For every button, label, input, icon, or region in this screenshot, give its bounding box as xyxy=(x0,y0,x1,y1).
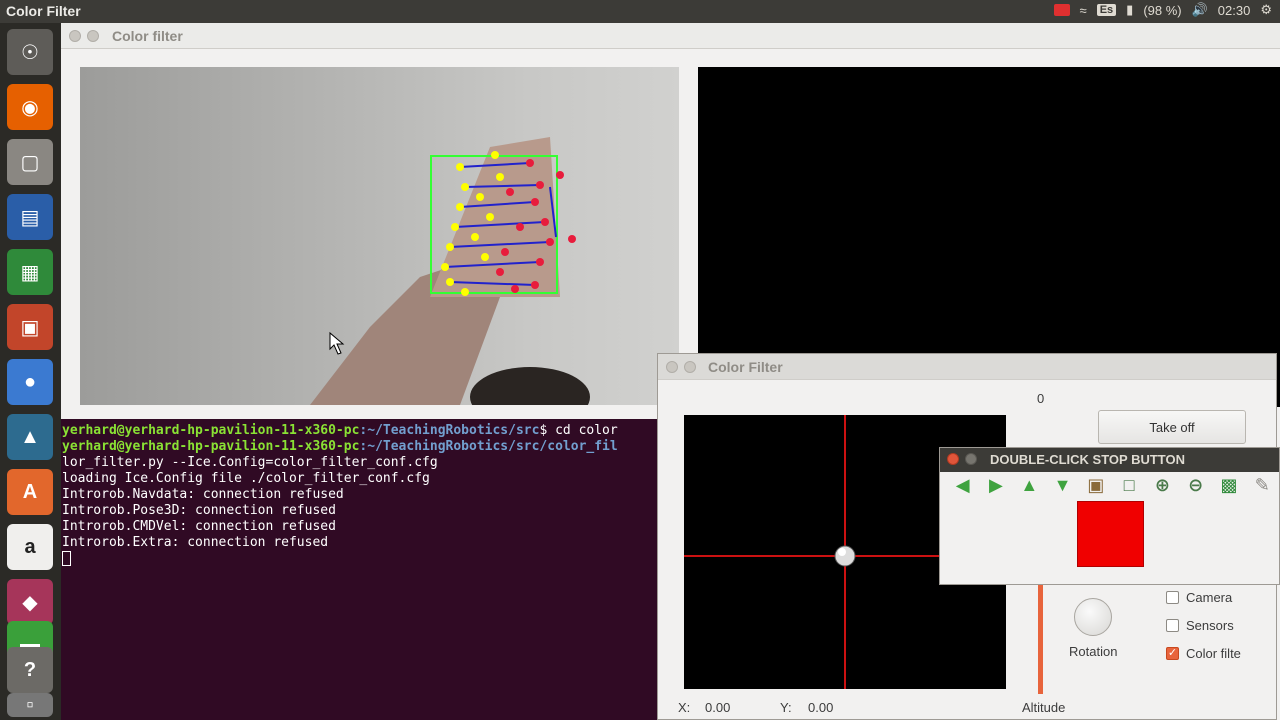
x-label: X: xyxy=(678,700,691,715)
terminal-line: Introrob.Pose3D: connection refused xyxy=(62,503,336,518)
stop-button[interactable] xyxy=(1077,501,1144,567)
minimize-icon[interactable] xyxy=(684,361,696,373)
stop-button-window: DOUBLE-CLICK STOP BUTTON ◀ ▶ ▲ ▼ ▣ □ ⊕ ⊖… xyxy=(939,447,1280,585)
window-titlebar: Color Filter xyxy=(658,354,1276,380)
terminal-prompt-path: :~/TeachingRobotics/src/color_fil xyxy=(359,439,618,454)
slider-value: 0 xyxy=(1037,391,1045,406)
y-label: Y: xyxy=(780,700,792,715)
ubuntu-dash-icon[interactable]: ☉ xyxy=(7,29,53,75)
settings-gear-icon[interactable]: ⚙ xyxy=(1260,2,1272,18)
altitude-slider[interactable] xyxy=(1038,584,1043,694)
chrome-icon[interactable]: ● xyxy=(7,359,53,405)
edit-icon[interactable]: ✎ xyxy=(1246,472,1279,498)
close-icon[interactable] xyxy=(666,361,678,373)
terminal-prompt-path: :~/TeachingRobotics/src xyxy=(359,423,540,438)
wifi-icon[interactable]: ≈ xyxy=(1080,3,1087,18)
camera-checkbox-label: Camera xyxy=(1186,590,1233,605)
zoom-fit-icon[interactable]: □ xyxy=(1112,472,1145,498)
window-title: DOUBLE-CLICK STOP BUTTON xyxy=(990,452,1186,467)
camera-view xyxy=(80,67,679,405)
terminal-line: loading Ice.Config file ./color_filter_c… xyxy=(62,471,430,486)
camera-image xyxy=(310,137,590,405)
save-icon[interactable]: ▩ xyxy=(1212,472,1245,498)
active-app-title: Color Filter xyxy=(6,3,81,19)
camera-checkbox[interactable] xyxy=(1166,591,1179,604)
zoom-out-icon[interactable]: ⊖ xyxy=(1179,472,1212,498)
back-arrow-icon[interactable]: ◀ xyxy=(946,472,979,498)
window-titlebar: DOUBLE-CLICK STOP BUTTON xyxy=(940,448,1279,472)
battery-icon[interactable]: ▮ xyxy=(1126,2,1133,18)
writer-icon[interactable]: ▤ xyxy=(7,194,53,240)
help-icon[interactable]: ? xyxy=(7,647,53,693)
terminal-line: Introrob.Extra: connection refused xyxy=(62,535,329,550)
terminal-command: $ cd color xyxy=(539,423,618,438)
clock[interactable]: 02:30 xyxy=(1218,3,1251,18)
minimize-icon[interactable] xyxy=(965,453,977,465)
battery-percent[interactable]: (98 %) xyxy=(1143,3,1181,18)
app-icon[interactable]: ◆ xyxy=(7,579,53,625)
volume-icon[interactable]: 🔊 xyxy=(1192,2,1208,18)
up-arrow-icon[interactable]: ▲ xyxy=(1013,472,1046,498)
files-icon[interactable]: ▢ xyxy=(7,139,53,185)
keyboard-layout-indicator[interactable]: Es xyxy=(1096,4,1117,16)
rotation-dial[interactable] xyxy=(1074,598,1112,636)
firefox-icon[interactable]: ◉ xyxy=(7,84,53,130)
down-arrow-icon[interactable]: ▼ xyxy=(1046,472,1079,498)
sensors-checkbox-label: Sensors xyxy=(1186,618,1234,633)
minimize-icon[interactable] xyxy=(87,30,99,42)
window-title: Color Filter xyxy=(708,359,783,375)
record-icon[interactable] xyxy=(1053,4,1070,16)
terminal-line: Introrob.Navdata: connection refused xyxy=(62,487,344,502)
y-value: 0.00 xyxy=(808,700,834,715)
altitude-label: Altitude xyxy=(1022,700,1066,715)
top-panel: Color Filter ≈ Es ▮ (98 %) 🔊 02:30 ⚙ xyxy=(0,0,1280,23)
software-center-icon[interactable]: A xyxy=(7,469,53,515)
image-toolbar: ◀ ▶ ▲ ▼ ▣ □ ⊕ ⊖ ▩ ✎ xyxy=(940,472,1279,498)
terminal-prompt-user: yerhard@yerhard-hp-pavilion-11-x360-pc xyxy=(62,439,360,454)
terminal-line: lor_filter.py --Ice.Config=color_filter_… xyxy=(62,455,438,470)
takeoff-button[interactable]: Take off xyxy=(1098,410,1246,444)
color-filter-checkbox-label: Color filte xyxy=(1186,646,1241,661)
image-icon[interactable]: ▣ xyxy=(1079,472,1112,498)
color-filter-checkbox[interactable]: ✓ xyxy=(1166,647,1179,660)
launcher: ☉ ◉ ▢ ▤ ▦ ▣ ● ▲ A a ◆ ▬ ? ▫ xyxy=(0,23,61,720)
trash-icon[interactable]: ▫ xyxy=(7,693,53,717)
terminal-cursor xyxy=(62,551,71,566)
terminal[interactable]: yerhard@yerhard-hp-pavilion-11-x360-pc:~… xyxy=(61,419,661,720)
close-icon[interactable] xyxy=(69,30,81,42)
system-tray: ≈ Es ▮ (98 %) 🔊 02:30 ⚙ xyxy=(1053,2,1272,18)
rotation-label: Rotation xyxy=(1069,644,1118,659)
terminal-prompt-user: yerhard@yerhard-hp-pavilion-11-x360-pc xyxy=(62,423,360,438)
sensors-checkbox[interactable] xyxy=(1166,619,1179,632)
impress-icon[interactable]: ▣ xyxy=(7,304,53,350)
matlab-icon[interactable]: ▲ xyxy=(7,414,53,460)
window-titlebar: Color filter xyxy=(61,23,1280,49)
close-icon[interactable] xyxy=(947,453,959,465)
window-title: Color filter xyxy=(112,28,183,44)
amazon-icon[interactable]: a xyxy=(7,524,53,570)
x-value: 0.00 xyxy=(705,700,731,715)
calc-icon[interactable]: ▦ xyxy=(7,249,53,295)
terminal-line: Introrob.CMDVel: connection refused xyxy=(62,519,336,534)
zoom-in-icon[interactable]: ⊕ xyxy=(1146,472,1179,498)
forward-arrow-icon[interactable]: ▶ xyxy=(979,472,1012,498)
